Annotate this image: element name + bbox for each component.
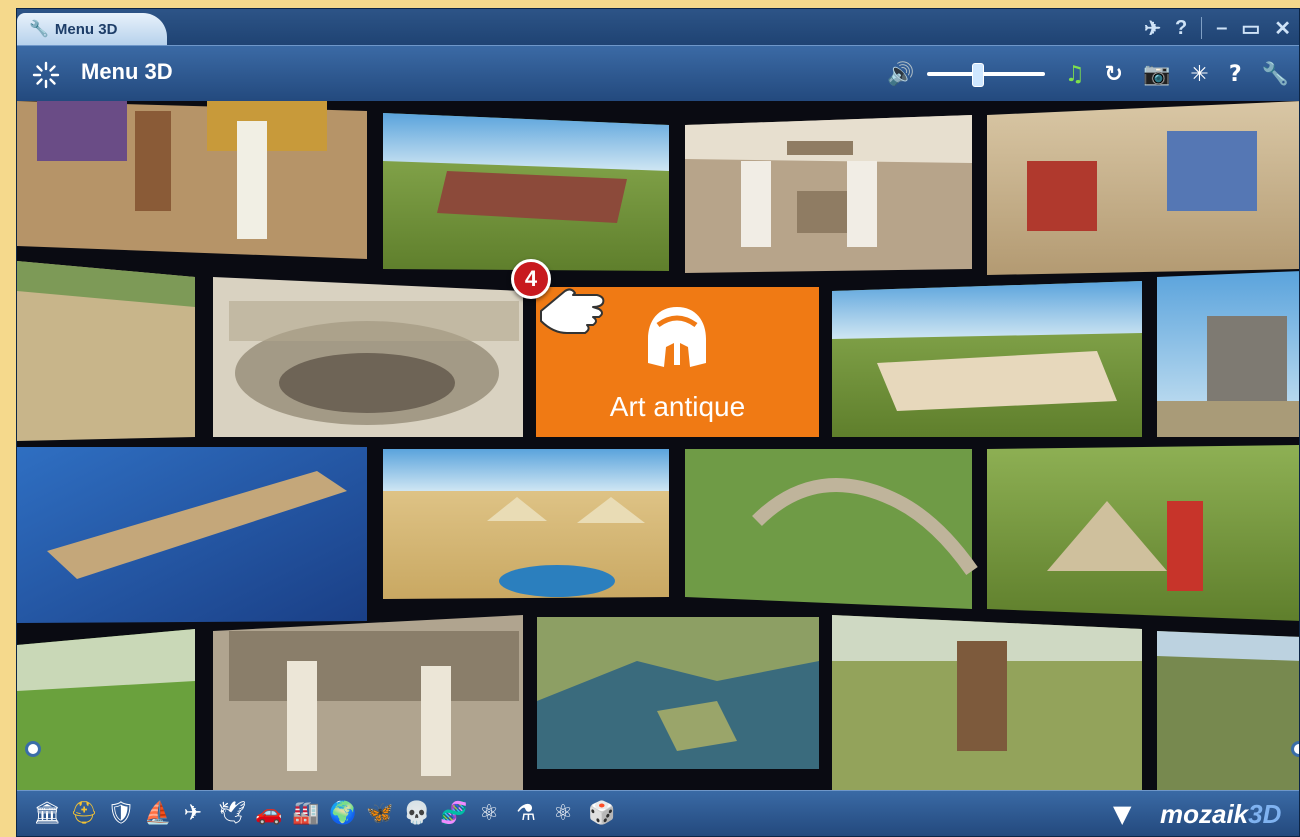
butterfly-icon[interactable]: 🦋 [366, 801, 393, 827]
category-bar: 🏛 ⛑ 🛡 ⛵ ✈ 🕊 🚗 🏭 🌍 🦋 💀 🧬 ⚛ ⚗ ⚛ 🎲 ▼ mozaik3D [17, 790, 1299, 836]
divider [1201, 17, 1203, 39]
molecule-icon[interactable]: ⚛ [477, 801, 501, 827]
scene-minoan-palace[interactable] [832, 281, 1142, 437]
brand-main: mozaik [1160, 799, 1249, 829]
tab-label: Menu 3D [54, 20, 118, 38]
scene-great-wall[interactable] [685, 449, 978, 609]
dna-icon[interactable]: 🧬 [440, 801, 467, 827]
scene-mediterranean-map[interactable] [537, 617, 819, 769]
help-icon[interactable]: ? [1175, 17, 1187, 40]
flask-icon[interactable]: ⚗ [514, 801, 538, 827]
spartan-helmet-icon[interactable]: ⛑ [70, 801, 98, 827]
scene-roman-well[interactable] [685, 115, 972, 273]
app-window: 🔧 Menu 3D ✈ ? – ▭ ✕ Menu 3D � [16, 8, 1300, 837]
camera-icon[interactable]: 📷 [1143, 62, 1170, 87]
column-icon[interactable]: 🏛 [33, 801, 61, 827]
brand-logo: mozaik3D [1160, 799, 1281, 830]
scene-roman-couple-villa[interactable] [213, 615, 523, 790]
step-badge: 4 [511, 259, 551, 299]
close-icon[interactable]: ✕ [1274, 16, 1291, 41]
sparkle-icon[interactable]: ✳ [1190, 62, 1208, 87]
car-icon[interactable]: 🚗 [255, 801, 282, 827]
scene-colosseum[interactable] [213, 277, 523, 437]
sparkle-logo-icon [31, 60, 61, 90]
window-controls: ✈ ? – ▭ ✕ [1144, 13, 1299, 43]
globe-icon[interactable]: 🌍 [329, 801, 356, 827]
scene-circus-maximus[interactable] [17, 447, 367, 623]
header-bar: Menu 3D 🔊 ♫ ↻ 📷 ✳ ? 🔧 [17, 45, 1299, 102]
volume-slider[interactable] [926, 63, 1045, 87]
atom-icon[interactable]: ⚛ [551, 801, 575, 827]
airplane-icon[interactable]: ✈ [181, 801, 205, 827]
scene-landscape-aerial[interactable] [1157, 631, 1299, 790]
ship-icon[interactable]: ⛵ [144, 801, 171, 827]
scene-pyramids[interactable] [383, 449, 669, 599]
page-title: Menu 3D [81, 59, 173, 84]
wrench-icon: 🔧 [29, 21, 49, 38]
scene-celtic-family[interactable] [832, 615, 1142, 790]
maximize-icon[interactable]: ▭ [1241, 16, 1260, 41]
scene-roman-camp-buildings[interactable] [383, 113, 669, 271]
scene-gallery: Art antique 4 [17, 101, 1299, 790]
scene-battle-formation[interactable] [987, 101, 1299, 275]
volume-slider-knob[interactable] [972, 63, 985, 87]
pin-icon[interactable]: ✈ [1144, 16, 1161, 41]
minimize-icon[interactable]: – [1216, 17, 1227, 40]
origami-bird-icon[interactable]: 🕊 [218, 801, 246, 827]
scene-egyptian-temple[interactable] [17, 101, 367, 259]
scene-ancient-city[interactable] [17, 261, 195, 441]
scene-gallic-warrior[interactable] [17, 629, 195, 790]
skull-icon[interactable]: 💀 [403, 801, 430, 827]
brand-suffix: 3D [1248, 799, 1282, 829]
volume-icon[interactable]: 🔊 [887, 62, 914, 87]
tab-bar: 🔧 Menu 3D ✈ ? – ▭ ✕ [17, 9, 1299, 45]
spartan-helmet-icon [648, 307, 706, 367]
category-tile-label: Art antique [609, 391, 746, 422]
scene-roman-legionary-camp[interactable] [987, 445, 1299, 621]
dice-icon[interactable]: 🎲 [588, 801, 615, 827]
scene-siege-engine[interactable] [1157, 271, 1299, 437]
wrench-icon[interactable]: 🔧 [1262, 62, 1289, 87]
category-icons: 🏛 ⛑ 🛡 ⛵ ✈ 🕊 🚗 🏭 🌍 🦋 💀 🧬 ⚛ ⚗ ⚛ 🎲 [33, 801, 615, 827]
tab-menu-3d[interactable]: 🔧 Menu 3D [17, 13, 167, 45]
help-icon[interactable]: ? [1229, 62, 1242, 87]
header-toolbar: 🔊 ♫ ↻ 📷 ✳ ? 🔧 [887, 58, 1299, 90]
factory-icon[interactable]: 🏭 [292, 801, 319, 827]
filter-icon[interactable]: ▼ [1113, 801, 1131, 827]
scroll-left-dot[interactable] [25, 741, 41, 757]
refresh-icon[interactable]: ↻ [1105, 62, 1123, 87]
shield-icon[interactable]: 🛡 [107, 801, 135, 827]
music-icon[interactable]: ♫ [1065, 62, 1085, 87]
